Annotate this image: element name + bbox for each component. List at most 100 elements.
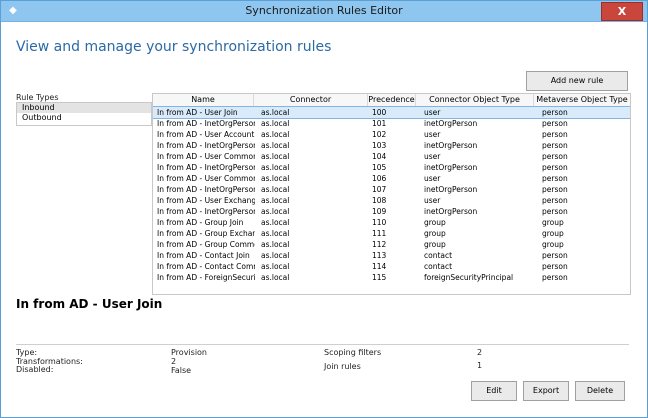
cell-precedence: 112 <box>372 240 387 249</box>
cell-connector-object-type: user <box>424 152 441 161</box>
cell-connector: as.local <box>261 251 290 260</box>
table-row[interactable]: In from AD - Group Join as.local 110 group g… <box>153 217 630 228</box>
divider <box>16 344 629 345</box>
cell-precedence: 103 <box>372 141 387 150</box>
cell-connector-object-type: inetOrgPerson <box>424 185 478 194</box>
cell-precedence: 104 <box>372 152 387 161</box>
cell-metaverse-object-type: group <box>542 229 564 238</box>
table-row[interactable]: In from AD - Contact Commor as.local 114 co… <box>153 261 630 272</box>
cell-name: In from AD - InetOrgPerson E <box>157 207 255 216</box>
table-row[interactable]: In from AD - Group Exchange as.local 111 gr… <box>153 228 630 239</box>
column-header-connector-object-type[interactable]: Connector Object Type <box>416 94 534 106</box>
table-row[interactable]: In from AD - ForeignSecurityP as.local 115… <box>153 272 630 283</box>
disabled-value: False <box>171 366 192 375</box>
cell-connector-object-type: group <box>424 229 446 238</box>
table-row[interactable]: In from AD - Contact Join as.local 113 cont… <box>153 250 630 261</box>
table-row[interactable]: In from AD - User AccountEna as.local 102 u… <box>153 129 630 140</box>
cell-precedence: 114 <box>372 262 387 271</box>
cell-precedence: 105 <box>372 163 387 172</box>
cell-metaverse-object-type: person <box>542 185 568 194</box>
cell-connector: as.local <box>261 119 290 128</box>
column-header-name[interactable]: Name <box>153 94 254 106</box>
rule-type-outbound[interactable]: Outbound <box>17 113 151 123</box>
cell-metaverse-object-type: person <box>542 207 568 216</box>
cell-metaverse-object-type: person <box>542 108 568 117</box>
cell-name: In from AD - InetOrgPerson A <box>157 141 255 150</box>
cell-metaverse-object-type: group <box>542 240 564 249</box>
table-row[interactable]: In from AD - InetOrgPerson C as.local 107 i… <box>153 184 630 195</box>
rule-types-list: Inbound Outbound <box>16 102 152 126</box>
table-row[interactable]: In from AD - User Common fr as.local 104 us… <box>153 151 630 162</box>
cell-precedence: 100 <box>372 108 387 117</box>
table-row[interactable]: In from AD - InetOrgPerson E as.local 109 i… <box>153 206 630 217</box>
table-row[interactable]: In from AD - InetOrgPerson Jo as.local 101… <box>153 118 630 129</box>
cell-connector: as.local <box>261 262 290 271</box>
cell-precedence: 106 <box>372 174 387 183</box>
cell-name: In from AD - Group Exchange <box>157 229 255 238</box>
rule-types-label: Rule Types <box>16 93 59 102</box>
cell-metaverse-object-type: person <box>542 163 568 172</box>
table-row[interactable]: In from AD - InetOrgPerson A as.local 103 i… <box>153 140 630 151</box>
scoping-filters-label: Scoping filters <box>324 348 382 357</box>
close-button[interactable]: X <box>601 2 643 21</box>
cell-precedence: 101 <box>372 119 387 128</box>
cell-name: In from AD - User Exchange <box>157 196 255 205</box>
cell-connector-object-type: user <box>424 174 441 183</box>
cell-precedence: 107 <box>372 185 387 194</box>
rule-type-inbound[interactable]: Inbound <box>17 103 151 113</box>
cell-name: In from AD - ForeignSecurityP <box>157 273 255 282</box>
cell-connector: as.local <box>261 273 290 282</box>
column-header-metaverse-object-type[interactable]: Metaverse Object Type <box>534 94 630 106</box>
rules-table: Name Connector Precedence Connector Obje… <box>152 93 631 295</box>
type-label: Type: <box>16 348 38 357</box>
table-row[interactable]: In from AD - User Join as.local 100 user per… <box>153 106 630 119</box>
window-title: Synchronization Rules Editor <box>245 4 403 17</box>
delete-button[interactable]: Delete <box>575 381 625 401</box>
cell-connector-object-type: group <box>424 240 446 249</box>
join-rules-value: 1 <box>477 361 483 370</box>
cell-connector: as.local <box>261 108 290 117</box>
cell-metaverse-object-type: person <box>542 262 568 271</box>
cell-connector: as.local <box>261 218 290 227</box>
add-new-rule-button[interactable]: Add new rule <box>526 71 628 91</box>
cell-precedence: 109 <box>372 207 387 216</box>
selected-rule-title: In from AD - User Join <box>16 297 163 311</box>
column-header-connector[interactable]: Connector <box>254 94 368 106</box>
table-row[interactable]: In from AD - InetOrgPerson C as.local 105 i… <box>153 162 630 173</box>
table-row[interactable]: In from AD - User Exchange as.local 108 use… <box>153 195 630 206</box>
cell-precedence: 110 <box>372 218 387 227</box>
cell-metaverse-object-type: person <box>542 273 568 282</box>
cell-connector: as.local <box>261 207 290 216</box>
cell-connector-object-type: inetOrgPerson <box>424 119 478 128</box>
cell-name: In from AD - Contact Join <box>157 251 250 260</box>
scoping-filters-value: 2 <box>477 348 483 357</box>
cell-connector: as.local <box>261 196 290 205</box>
cell-name: In from AD - User Join <box>157 108 238 117</box>
cell-precedence: 115 <box>372 273 387 282</box>
cell-precedence: 102 <box>372 130 387 139</box>
cell-name: In from AD - Group Join <box>157 218 244 227</box>
cell-name: In from AD - InetOrgPerson C <box>157 163 255 172</box>
cell-metaverse-object-type: person <box>542 174 568 183</box>
cell-metaverse-object-type: person <box>542 130 568 139</box>
cell-metaverse-object-type: person <box>542 141 568 150</box>
cell-metaverse-object-type: person <box>542 251 568 260</box>
cell-precedence: 108 <box>372 196 387 205</box>
cell-name: In from AD - Contact Commor <box>157 262 255 271</box>
edit-button[interactable]: Edit <box>471 381 517 401</box>
join-rules-label: Join rules <box>324 362 361 371</box>
cell-name: In from AD - InetOrgPerson Jo <box>157 119 255 128</box>
cell-name: In from AD - User Common fr <box>157 152 255 161</box>
export-button[interactable]: Export <box>523 381 569 401</box>
cell-connector-object-type: user <box>424 196 441 205</box>
cell-connector-object-type: user <box>424 108 441 117</box>
table-row[interactable]: In from AD - User Common as.local 106 user p… <box>153 173 630 184</box>
disabled-label: Disabled: <box>16 365 54 374</box>
title-bar: ◆ Synchronization Rules Editor X <box>1 1 647 22</box>
cell-connector: as.local <box>261 130 290 139</box>
cell-connector-object-type: inetOrgPerson <box>424 141 478 150</box>
table-row[interactable]: In from AD - Group Common as.local 112 grou… <box>153 239 630 250</box>
column-header-precedence[interactable]: Precedence <box>368 94 416 106</box>
cell-metaverse-object-type: person <box>542 152 568 161</box>
cell-connector: as.local <box>261 229 290 238</box>
